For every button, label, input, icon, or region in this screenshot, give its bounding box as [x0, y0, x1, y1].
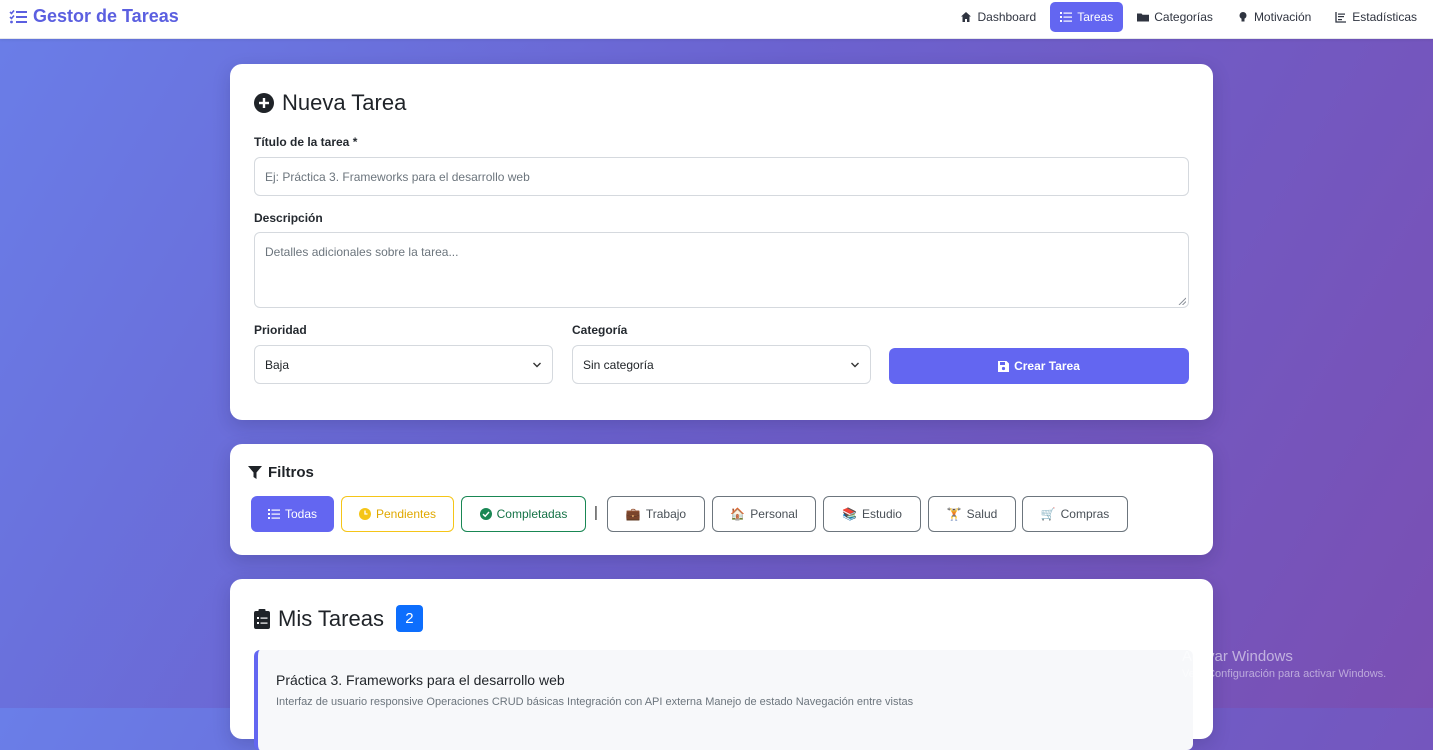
filter-pendientes-label: Pendientes	[375, 507, 437, 521]
filter-icon	[248, 465, 262, 479]
brand-title: Gestor de Tareas	[33, 6, 179, 26]
filter-completadas[interactable]: Completadas	[461, 496, 586, 532]
description-textarea[interactable]: Detalles adicionales sobre la tarea...	[254, 232, 1189, 308]
filters-card: Filtros Todas Pendientes Completadas | 💼…	[230, 444, 1213, 555]
filter-salud[interactable]: 🏋 Salud	[928, 496, 1016, 532]
new-task-card: Nueva Tarea Título de la tarea * Ej: Prá…	[230, 64, 1213, 420]
filter-personal[interactable]: 🏠 Personal	[712, 496, 816, 532]
activation-watermark-subtitle: Ve a Configuración para activar Windows.	[1182, 668, 1387, 680]
filter-todas[interactable]: Todas	[251, 496, 334, 532]
priority-label: Prioridad	[254, 323, 307, 337]
home-icon	[961, 12, 972, 22]
list-check-icon	[9, 9, 27, 23]
filter-trabajo[interactable]: 💼 Trabajo	[607, 496, 705, 532]
chevron-down-icon	[533, 362, 541, 367]
chevron-down-icon	[851, 362, 859, 367]
nav-dashboard[interactable]: Dashboard	[950, 2, 1046, 32]
nav-estadisticas-label: Estadísticas	[1352, 10, 1417, 24]
nav-estadisticas[interactable]: Estadísticas	[1325, 2, 1427, 32]
tasks-heading: Mis Tareas 2	[254, 605, 423, 632]
nav-tareas[interactable]: Tareas	[1050, 2, 1124, 32]
tasks-card: Mis Tareas 2 Práctica 3. Frameworks para…	[230, 579, 1213, 750]
filter-todas-label: Todas	[284, 507, 318, 521]
list-icon	[267, 509, 280, 519]
task-description: Interfaz de usuario responsive Operacion…	[276, 696, 914, 708]
briefcase-icon: 💼	[625, 507, 641, 521]
check-circle-icon	[479, 508, 492, 520]
activation-watermark-title: Activar Windows	[1182, 648, 1293, 665]
nav-categorias[interactable]: Categorías	[1127, 2, 1223, 32]
weightlifter-icon: 🏋	[946, 507, 962, 521]
filter-trabajo-label: Trabajo	[645, 507, 687, 521]
nav-tareas-label: Tareas	[1077, 10, 1114, 24]
description-label: Descripción	[254, 211, 323, 225]
title-input[interactable]: Ej: Práctica 3. Frameworks para el desar…	[254, 157, 1189, 196]
create-task-button[interactable]: Crear Tarea	[889, 348, 1189, 384]
brand[interactable]: Gestor de Tareas	[9, 6, 179, 27]
filter-pendientes[interactable]: Pendientes	[341, 496, 454, 532]
lightbulb-icon	[1239, 12, 1247, 22]
books-icon: 📚	[842, 507, 857, 521]
top-navbar: Gestor de Tareas Dashboard Tareas Catego…	[0, 0, 1433, 39]
filter-separator: |	[594, 504, 598, 521]
description-placeholder: Detalles adicionales sobre la tarea...	[265, 245, 459, 259]
title-label: Título de la tarea *	[254, 135, 358, 149]
nav-motivacion-label: Motivación	[1253, 10, 1312, 24]
folder-icon	[1137, 13, 1150, 22]
category-label: Categoría	[572, 323, 628, 337]
save-icon	[998, 360, 1010, 372]
house-icon: 🏠	[730, 507, 746, 521]
new-task-heading: Nueva Tarea	[254, 90, 406, 116]
task-item[interactable]: Práctica 3. Frameworks para el desarroll…	[254, 650, 1193, 750]
filter-estudio-label: Estudio	[861, 507, 902, 521]
tasks-count-badge: 2	[395, 605, 423, 632]
cart-icon: 🛒	[1040, 507, 1056, 521]
clipboard-icon	[254, 608, 270, 629]
plus-circle-icon	[254, 93, 274, 113]
nav-categorias-label: Categorías	[1154, 10, 1213, 24]
filter-personal-label: Personal	[750, 507, 798, 521]
nav-motivacion[interactable]: Motivación	[1227, 2, 1321, 32]
title-placeholder: Ej: Práctica 3. Frameworks para el desar…	[265, 169, 530, 184]
filter-salud-label: Salud	[966, 507, 998, 521]
category-select[interactable]: Sin categoría	[572, 345, 871, 384]
nav-dashboard-label: Dashboard	[977, 10, 1037, 24]
filter-compras-label: Compras	[1060, 507, 1110, 521]
clock-icon	[358, 508, 371, 520]
filters-title: Filtros	[268, 464, 314, 481]
task-title: Práctica 3. Frameworks para el desarroll…	[276, 672, 565, 688]
resize-grip-icon[interactable]	[1178, 297, 1186, 305]
new-task-title: Nueva Tarea	[282, 90, 407, 115]
filter-estudio[interactable]: 📚 Estudio	[823, 496, 921, 532]
chart-icon	[1335, 12, 1347, 23]
filters-heading: Filtros	[248, 464, 314, 481]
priority-select[interactable]: Baja	[254, 345, 553, 384]
category-value: Sin categoría	[583, 357, 654, 372]
tasks-title: Mis Tareas	[278, 605, 384, 631]
list-icon	[1060, 12, 1073, 22]
filter-compras[interactable]: 🛒 Compras	[1022, 496, 1128, 532]
filter-completadas-label: Completadas	[496, 507, 568, 521]
priority-value: Baja	[265, 357, 290, 372]
create-task-label: Crear Tarea	[1014, 359, 1080, 373]
